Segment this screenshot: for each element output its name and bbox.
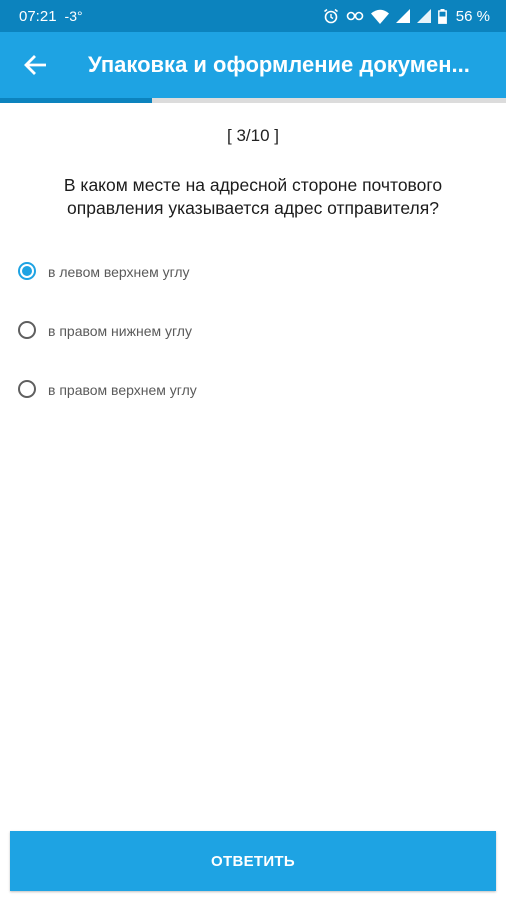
- radio-button[interactable]: [18, 379, 36, 398]
- progress-bar: [0, 98, 506, 103]
- answer-option[interactable]: в правом верхнем углу: [18, 360, 488, 419]
- radio-button[interactable]: [18, 261, 36, 280]
- status-bar: 07:21 -3° 56 %: [0, 0, 506, 32]
- alarm-icon: [323, 8, 339, 24]
- option-label: в правом верхнем углу: [48, 381, 197, 398]
- signal-icon: [395, 9, 410, 23]
- link-icon: [346, 10, 364, 22]
- option-label: в левом верхнем углу: [48, 263, 190, 280]
- wifi-icon: [370, 9, 389, 24]
- status-temperature: -3°: [64, 8, 83, 24]
- app-bar: Упаковка и оформление докумен...: [0, 32, 506, 98]
- radio-dot: [22, 265, 32, 276]
- back-button[interactable]: [0, 32, 70, 98]
- radio-button[interactable]: [18, 320, 36, 339]
- status-right: 56 %: [323, 8, 490, 25]
- progress-fill: [0, 98, 152, 103]
- battery-icon: [437, 8, 447, 24]
- answer-option[interactable]: в правом нижнем углу: [18, 301, 488, 360]
- answer-button[interactable]: ОТВЕТИТЬ: [10, 831, 496, 891]
- question-counter: [ 3/10 ]: [227, 126, 279, 145]
- option-label: в правом нижнем углу: [48, 322, 192, 339]
- arrow-left-icon: [24, 55, 46, 75]
- answer-options: в левом верхнем углу в правом нижнем угл…: [18, 242, 488, 419]
- page-title: Упаковка и оформление докумен...: [88, 52, 470, 77]
- answer-option[interactable]: в левом верхнем углу: [18, 242, 488, 301]
- status-time: 07:21: [19, 7, 57, 25]
- question-text: В каком месте на адресной стороне почтов…: [63, 175, 443, 218]
- battery-percent: 56 %: [455, 7, 490, 25]
- status-left: 07:21 -3°: [19, 8, 83, 25]
- signal-icon: [416, 9, 431, 23]
